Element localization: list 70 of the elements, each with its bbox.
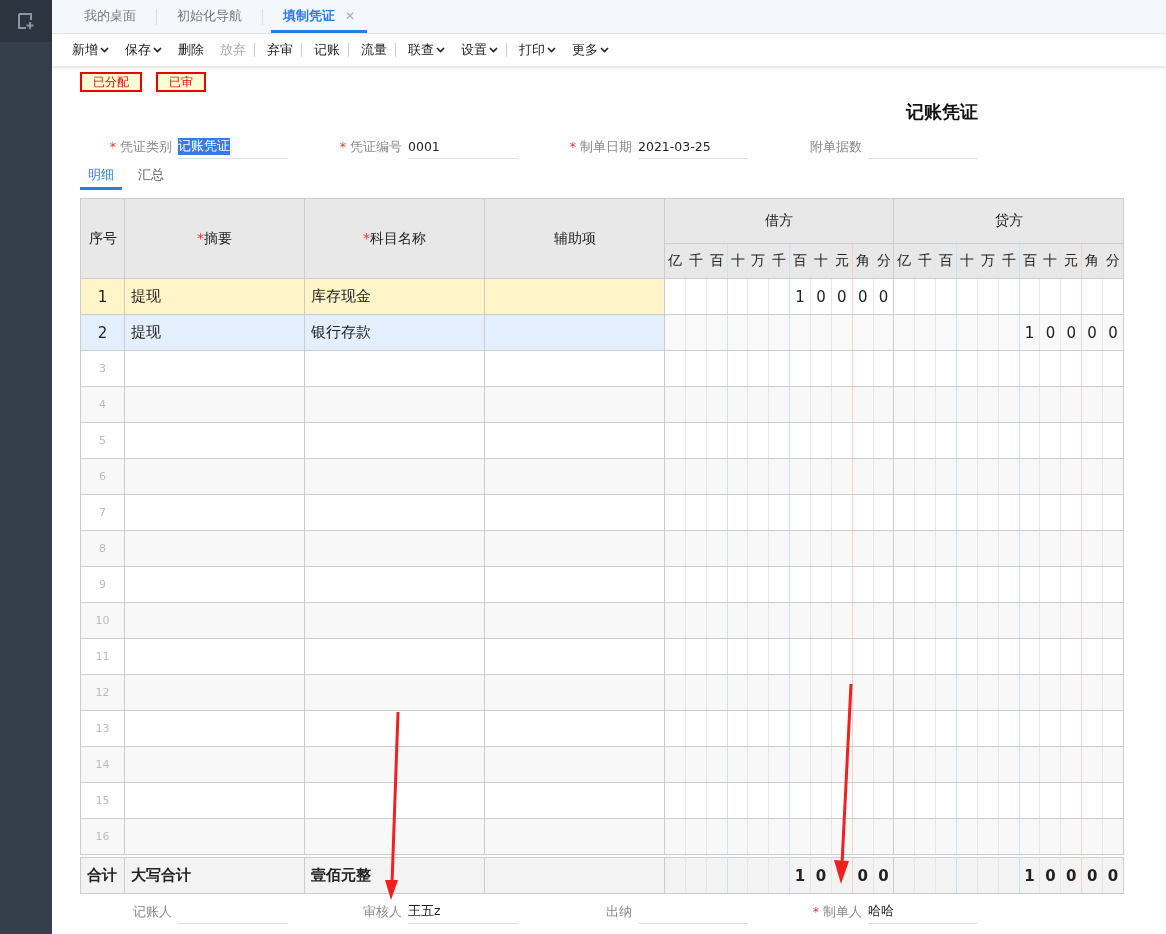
row-number: 10 (80, 602, 125, 639)
field-label: * 制单日期 (568, 138, 632, 156)
column-header: *科目名称 (304, 198, 485, 279)
caret-icon (153, 47, 162, 53)
amount-digit: 0 (1081, 857, 1103, 894)
row-number: 11 (80, 638, 125, 675)
total-caption: 大写合计 (124, 857, 305, 894)
row-number: 1 (80, 278, 125, 315)
row-number: 7 (80, 494, 125, 531)
input-field[interactable]: 2021-03-25 (638, 135, 748, 159)
column-header: 贷方 (893, 198, 1124, 244)
column-header: 借方 (664, 198, 894, 244)
sub-tab[interactable]: 明细 (80, 162, 122, 190)
tab[interactable]: 初始化导航 (165, 1, 254, 33)
amount-digit: 0 (852, 857, 874, 894)
input-field[interactable]: 记账凭证 (178, 135, 288, 159)
row-number: 5 (80, 422, 125, 459)
row-number: 4 (80, 386, 125, 423)
row-number: 3 (80, 350, 125, 387)
table-cell: 银行存款 (304, 314, 485, 351)
field-label: 出纳 (605, 903, 632, 921)
row-number: 12 (80, 674, 125, 711)
amount-digit: 0 (1102, 857, 1124, 894)
input-field[interactable]: 0001 (408, 135, 518, 159)
toolbar-button[interactable]: 更多 (564, 40, 617, 60)
field-label: * 制单人 (811, 903, 862, 921)
table-cell: 提现 (124, 278, 305, 315)
caret-icon (600, 47, 609, 53)
toolbar-button[interactable]: 新增 (64, 40, 117, 60)
caret-icon (547, 47, 556, 53)
field-label: * 凭证编号 (338, 138, 402, 156)
table-cell: 库存现金 (304, 278, 485, 315)
field-label: 记账人 (132, 903, 172, 921)
column-header: 序号 (80, 198, 125, 279)
amount-digit: 0 (1039, 857, 1061, 894)
row-number: 8 (80, 530, 125, 567)
toolbar-button[interactable]: 设置 (453, 40, 506, 60)
amount-digit: 0 (1060, 857, 1082, 894)
amount-digit: 1 (1019, 857, 1040, 894)
row-number: 6 (80, 458, 125, 495)
column-header: *摘要 (124, 198, 305, 279)
row-number: 13 (80, 710, 125, 747)
caret-icon (100, 47, 109, 53)
status-badge: 已分配 (80, 72, 142, 92)
toolbar-button[interactable]: 保存 (117, 40, 170, 60)
row-number: 15 (80, 782, 125, 819)
toolbar-button[interactable]: 删除 (170, 40, 212, 60)
input-field[interactable]: 王五z (408, 900, 518, 924)
row-number: 14 (80, 746, 125, 783)
column-header: 辅助项 (484, 198, 665, 279)
row-number: 16 (80, 818, 125, 855)
caret-icon (436, 47, 445, 53)
field-label: * 凭证类别 (108, 138, 172, 156)
caret-icon (489, 47, 498, 53)
amount-digit: 1 (789, 857, 811, 894)
tab[interactable]: 我的桌面 (72, 1, 148, 33)
voucher-title: 记账凭证 (906, 100, 978, 124)
input-field[interactable]: 哈哈 (868, 900, 978, 924)
amount-in-words: 壹佰元整 (304, 857, 485, 894)
amount-digit: 0 (873, 857, 894, 894)
field-label: 审核人 (362, 903, 402, 921)
amount-digit: 0 (810, 857, 832, 894)
sub-tab[interactable]: 汇总 (130, 162, 172, 190)
total-label: 合计 (80, 857, 125, 894)
table-cell: 提现 (124, 314, 305, 351)
field-label: 附单据数 (809, 138, 862, 156)
row-number: 2 (80, 314, 125, 351)
add-page-icon (17, 12, 35, 30)
row-number: 9 (80, 566, 125, 603)
status-badge: 已审 (156, 72, 206, 92)
